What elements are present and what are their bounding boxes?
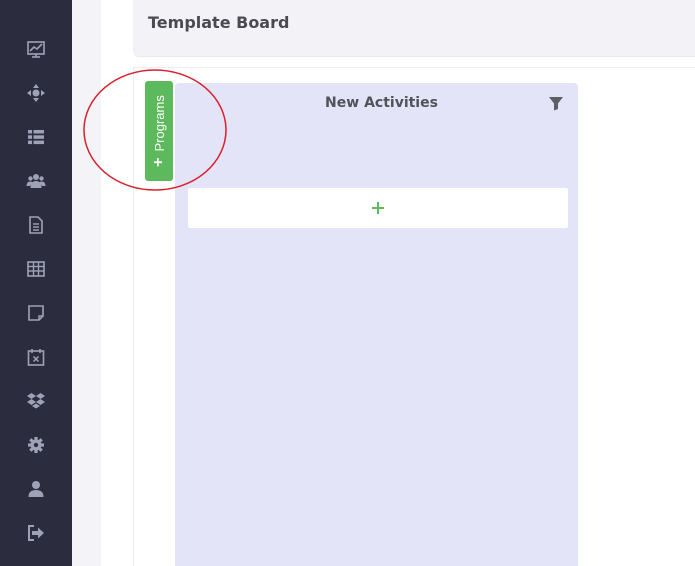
calendar-x-icon: [27, 349, 45, 366]
column-title: New Activities: [325, 95, 438, 111]
board-left-border: [133, 68, 134, 566]
users-icon: [26, 174, 46, 188]
sidebar: [0, 0, 72, 566]
nav-item-move[interactable]: [0, 71, 72, 115]
plus-icon: [372, 202, 384, 214]
activity-column: New Activities: [175, 83, 578, 566]
list-icon: [28, 130, 44, 145]
programs-tab-content: + Programs: [150, 95, 167, 167]
board-header: Template Board: [133, 0, 695, 57]
nav-item-logout[interactable]: [0, 511, 72, 555]
gear-icon: [28, 437, 44, 453]
page-title: Template Board: [148, 13, 290, 32]
nav-item-settings[interactable]: [0, 423, 72, 467]
nav-item-dropbox[interactable]: [0, 379, 72, 423]
nav-item-documents[interactable]: [0, 203, 72, 247]
dropbox-icon: [27, 393, 45, 409]
nav-item-notes[interactable]: [0, 291, 72, 335]
filter-icon: [549, 97, 563, 111]
document-icon: [29, 216, 43, 234]
user-icon: [28, 481, 44, 497]
nav-item-list[interactable]: [0, 115, 72, 159]
add-activity-button[interactable]: [188, 188, 568, 228]
nav-item-table[interactable]: [0, 247, 72, 291]
table-icon: [27, 261, 45, 277]
chart-icon: [27, 41, 45, 58]
nav-item-profile[interactable]: [0, 467, 72, 511]
programs-label: Programs: [151, 95, 167, 152]
nav-item-calendar[interactable]: [0, 335, 72, 379]
plus-icon: +: [150, 157, 167, 167]
nav-item-users[interactable]: [0, 159, 72, 203]
arrows-move-icon: [27, 84, 45, 102]
sticky-note-icon: [28, 305, 44, 321]
header-divider: [133, 67, 695, 68]
sign-out-icon: [28, 525, 44, 541]
add-programs-button[interactable]: + Programs: [145, 81, 173, 181]
nav-item-dashboard[interactable]: [0, 27, 72, 71]
filter-button[interactable]: [547, 94, 565, 112]
